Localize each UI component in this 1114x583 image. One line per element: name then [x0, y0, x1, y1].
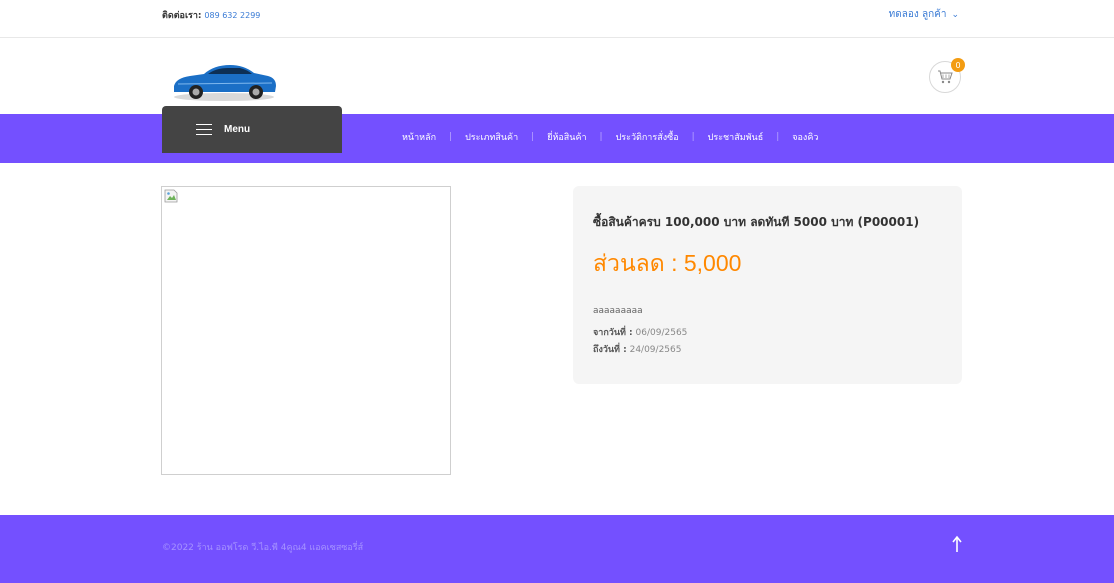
- nav-separator: |: [531, 132, 535, 142]
- end-date-value: 24/09/2565: [629, 345, 682, 355]
- cart-count-badge: 0: [951, 58, 965, 72]
- copyright-text: ©2022 ร้าน ออฟโรด วี.ไอ.พี 4คูณ4 แอคเซสซ…: [162, 543, 364, 553]
- cart-button[interactable]: 0: [929, 58, 965, 93]
- promotion-title: ซื้อสินค้าครบ 100,000 บาท ลดทันที 5000 บ…: [593, 215, 920, 229]
- nav-separator: |: [599, 132, 603, 142]
- phone-number[interactable]: 089 632 2299: [204, 11, 260, 20]
- nav-item-categories[interactable]: ประเภทสินค้า: [465, 130, 518, 144]
- nav-links: หน้าหลัก | ประเภทสินค้า | ยี่ห้อสินค้า |…: [402, 130, 818, 144]
- arrow-up-icon[interactable]: [951, 535, 963, 553]
- promotion-description: aaaaaaaaa: [593, 306, 643, 316]
- discount-amount: ส่วนลด : 5,000: [593, 250, 742, 276]
- footer: ©2022 ร้าน ออฟโรด วี.ไอ.พี 4คูณ4 แอคเซสซ…: [0, 515, 1114, 583]
- nav-separator: |: [776, 132, 780, 142]
- start-date-row: จากวันที่ : 06/09/2565: [593, 325, 687, 339]
- contact-info: ติดต่อเรา: 089 632 2299: [162, 8, 260, 22]
- contact-label: ติดต่อเรา:: [162, 11, 202, 21]
- end-date-row: ถึงวันที่ : 24/09/2565: [593, 342, 681, 356]
- menu-label: Menu: [224, 124, 251, 135]
- hamburger-icon: [196, 120, 212, 139]
- nav-item-booking[interactable]: จองคิว: [792, 130, 818, 144]
- start-date-label: จากวันที่ :: [593, 328, 633, 338]
- nav-item-order-history[interactable]: ประวัติการสั่งซื้อ: [616, 130, 679, 144]
- promotion-image: [161, 186, 451, 475]
- start-date-value: 06/09/2565: [635, 328, 688, 338]
- chevron-down-icon[interactable]: ⌄: [951, 10, 959, 20]
- nav-separator: |: [449, 132, 453, 142]
- end-date-label: ถึงวันที่ :: [593, 345, 627, 355]
- broken-image-icon: [164, 189, 178, 203]
- menu-button[interactable]: Menu: [162, 106, 342, 153]
- nav-item-home[interactable]: หน้าหลัก: [402, 130, 436, 144]
- nav-item-brands[interactable]: ยี่ห้อสินค้า: [547, 130, 586, 144]
- nav-item-news[interactable]: ประชาสัมพันธ์: [708, 130, 764, 144]
- cart-icon: [938, 70, 953, 84]
- nav-separator: |: [691, 132, 695, 142]
- user-name[interactable]: ทดลอง ลูกค้า: [889, 7, 947, 22]
- logo[interactable]: [168, 56, 280, 104]
- promotion-card: ซื้อสินค้าครบ 100,000 บาท ลดทันที 5000 บ…: [573, 186, 962, 384]
- top-bar: ติดต่อเรา: 089 632 2299 ทดลอง ลูกค้า ⌄: [0, 0, 1114, 38]
- user-menu[interactable]: ทดลอง ลูกค้า ⌄: [889, 7, 959, 22]
